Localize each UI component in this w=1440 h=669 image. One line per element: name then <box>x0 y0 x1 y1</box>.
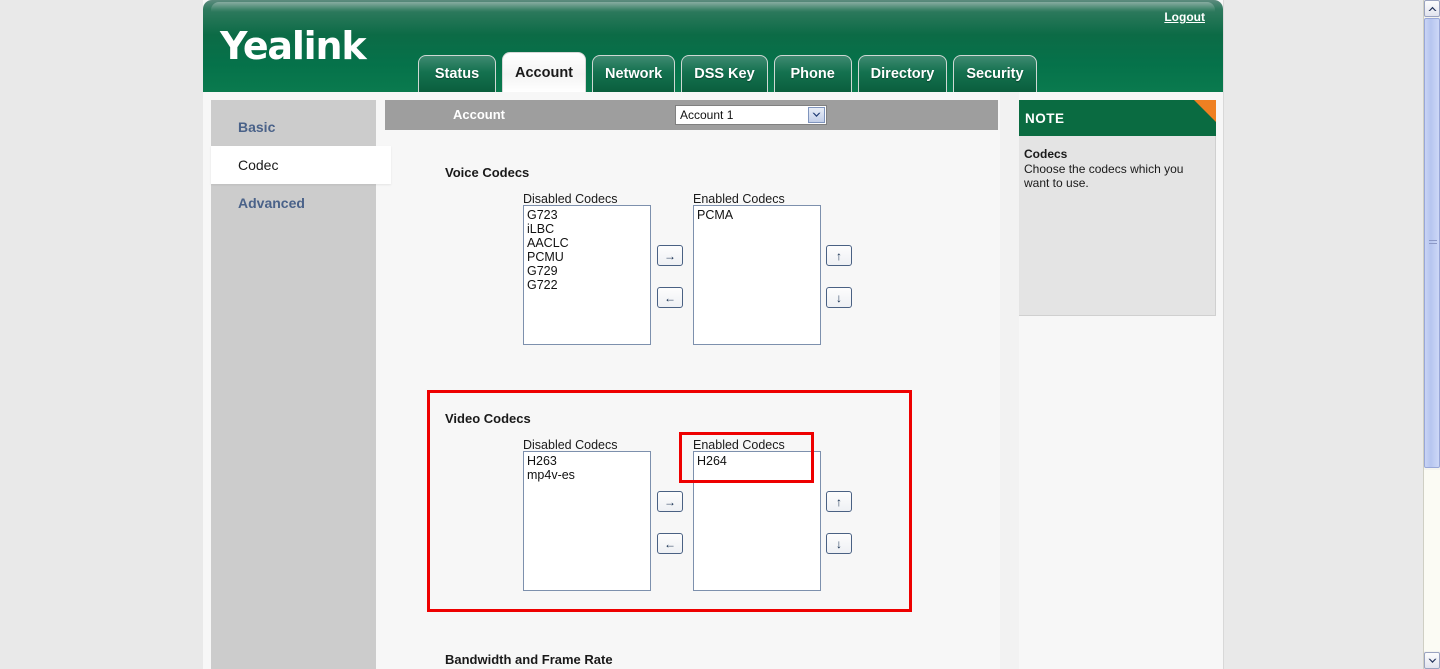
tab-account[interactable]: Account <box>502 52 586 92</box>
sidebar-item-advanced[interactable]: Advanced <box>211 184 376 222</box>
video-move-left-button[interactable]: ← <box>657 533 683 554</box>
video-enabled-list[interactable]: H264 <box>693 451 821 591</box>
list-item[interactable]: PCMU <box>526 250 650 264</box>
list-item[interactable]: AACLC <box>526 236 650 250</box>
video-move-right-button[interactable]: → <box>657 491 683 512</box>
content-scrollbar[interactable] <box>1000 92 1019 669</box>
list-item[interactable]: iLBC <box>526 222 650 236</box>
caret-down-icon <box>1428 658 1436 663</box>
scrollbar-track[interactable] <box>1424 470 1440 651</box>
scrollbar-grip-icon <box>1429 240 1437 246</box>
video-disabled-label: Disabled Codecs <box>523 438 618 452</box>
bandwidth-frame-rate-title: Bandwidth and Frame Rate <box>445 652 613 667</box>
page-body: Basic Codec Advanced Account Account 1 V… <box>203 92 1223 669</box>
chevron-down-icon[interactable] <box>808 107 825 123</box>
note-body-text: Choose the codecs which you want to use. <box>1024 162 1184 190</box>
account-bar-label: Account <box>453 107 505 122</box>
tab-phone[interactable]: Phone <box>773 55 852 92</box>
scroll-up-button[interactable] <box>1424 0 1440 17</box>
note-panel-header: NOTE <box>1011 100 1216 136</box>
list-item[interactable]: G729 <box>526 264 650 278</box>
voice-enabled-list[interactable]: PCMA <box>693 205 821 345</box>
scroll-down-button[interactable] <box>1424 652 1440 669</box>
voice-enabled-label: Enabled Codecs <box>693 192 785 206</box>
tab-dss-key[interactable]: DSS Key <box>681 55 768 92</box>
yealink-web-page: Yealink Logout Status Account Network DS… <box>203 0 1224 669</box>
browser-scrollbar[interactable] <box>1423 0 1440 669</box>
voice-move-left-button[interactable]: ← <box>657 287 683 308</box>
voice-disabled-label: Disabled Codecs <box>523 192 618 206</box>
list-item[interactable]: mp4v-es <box>526 468 650 482</box>
note-body-title: Codecs <box>1024 147 1068 161</box>
video-codecs-title: Video Codecs <box>445 411 531 426</box>
note-panel: NOTE Codecs Choose the codecs which you … <box>1011 100 1216 316</box>
yealink-logo: Yealink <box>220 24 367 68</box>
scrollbar-thumb[interactable] <box>1424 18 1440 468</box>
note-panel-body: Codecs Choose the codecs which you want … <box>1011 136 1216 316</box>
sidebar-item-codec[interactable]: Codec <box>211 146 391 184</box>
list-item[interactable]: G722 <box>526 278 650 292</box>
tab-directory[interactable]: Directory <box>857 55 948 92</box>
page-header: Yealink Logout Status Account Network DS… <box>203 0 1223 92</box>
list-item[interactable]: PCMA <box>696 208 820 222</box>
video-disabled-list[interactable]: H263 mp4v-es <box>523 451 651 591</box>
logout-link[interactable]: Logout <box>1164 10 1205 24</box>
tab-status[interactable]: Status <box>418 55 496 92</box>
note-panel-title: NOTE <box>1025 110 1065 126</box>
screenshot-root: Yealink Logout Status Account Network DS… <box>0 0 1440 669</box>
video-move-up-button[interactable]: ↑ <box>826 491 852 512</box>
list-item[interactable]: H264 <box>696 454 820 468</box>
voice-move-down-button[interactable]: ↓ <box>826 287 852 308</box>
chevron-down-glyph <box>812 112 821 117</box>
tab-network[interactable]: Network <box>592 55 676 92</box>
header-sheen <box>211 2 1215 12</box>
video-enabled-label: Enabled Codecs <box>693 438 785 452</box>
caret-up-icon <box>1428 6 1436 11</box>
main-tabs: Status Account Network DSS Key Phone Dir… <box>418 52 1043 92</box>
note-fold-corner-icon <box>1194 100 1216 122</box>
account-select-value: Account 1 <box>680 108 734 122</box>
list-item[interactable]: H263 <box>526 454 650 468</box>
voice-move-up-button[interactable]: ↑ <box>826 245 852 266</box>
list-item[interactable]: G723 <box>526 208 650 222</box>
sidebar-item-basic[interactable]: Basic <box>211 108 376 146</box>
account-select[interactable]: Account 1 <box>675 105 827 125</box>
account-bar: Account Account 1 <box>385 100 998 130</box>
voice-codecs-title: Voice Codecs <box>445 165 530 180</box>
sidebar: Basic Codec Advanced <box>211 100 391 669</box>
tab-security[interactable]: Security <box>953 55 1037 92</box>
voice-move-right-button[interactable]: → <box>657 245 683 266</box>
voice-disabled-list[interactable]: G723 iLBC AACLC PCMU G729 G722 <box>523 205 651 345</box>
main-content: Account Account 1 Voice Codecs Disabled … <box>385 100 1005 669</box>
video-move-down-button[interactable]: ↓ <box>826 533 852 554</box>
